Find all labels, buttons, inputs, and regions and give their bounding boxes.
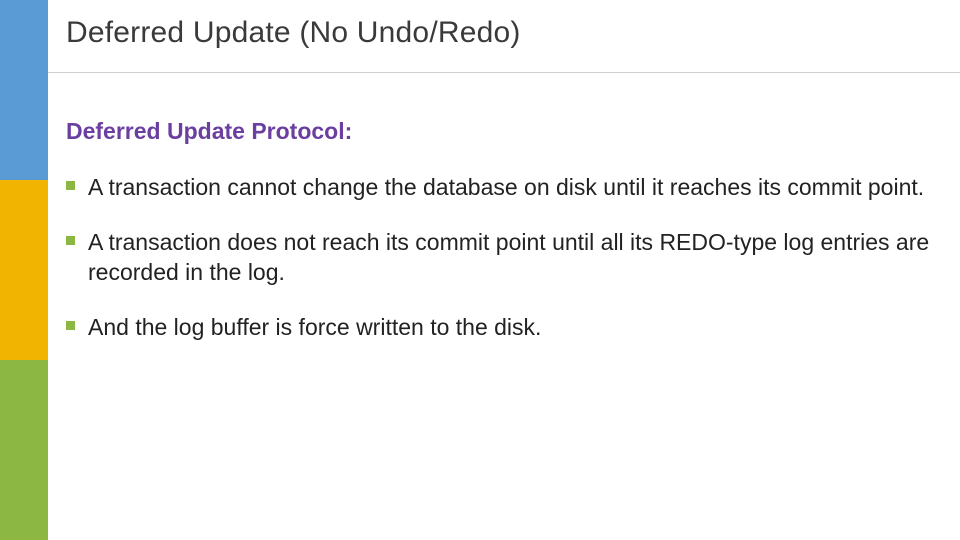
square-bullet-icon [66, 321, 75, 330]
square-bullet-icon [66, 181, 75, 190]
bullet-list: A transaction cannot change the database… [66, 173, 936, 343]
slide-content: Deferred Update (No Undo/Redo) Deferred … [66, 16, 936, 369]
slide-subtitle: Deferred Update Protocol: [66, 118, 936, 145]
accent-segment-blue [0, 0, 48, 180]
slide-title: Deferred Update (No Undo/Redo) [66, 16, 936, 50]
bullet-item: And the log buffer is force written to t… [66, 313, 936, 342]
sidebar-accent [0, 0, 48, 540]
bullet-item: A transaction cannot change the database… [66, 173, 936, 202]
bullet-text: And the log buffer is force written to t… [88, 314, 541, 340]
bullet-text: A transaction does not reach its commit … [88, 229, 929, 284]
accent-segment-green [0, 360, 48, 540]
accent-segment-yellow [0, 180, 48, 360]
bullet-item: A transaction does not reach its commit … [66, 228, 936, 287]
square-bullet-icon [66, 236, 75, 245]
bullet-text: A transaction cannot change the database… [88, 174, 924, 200]
